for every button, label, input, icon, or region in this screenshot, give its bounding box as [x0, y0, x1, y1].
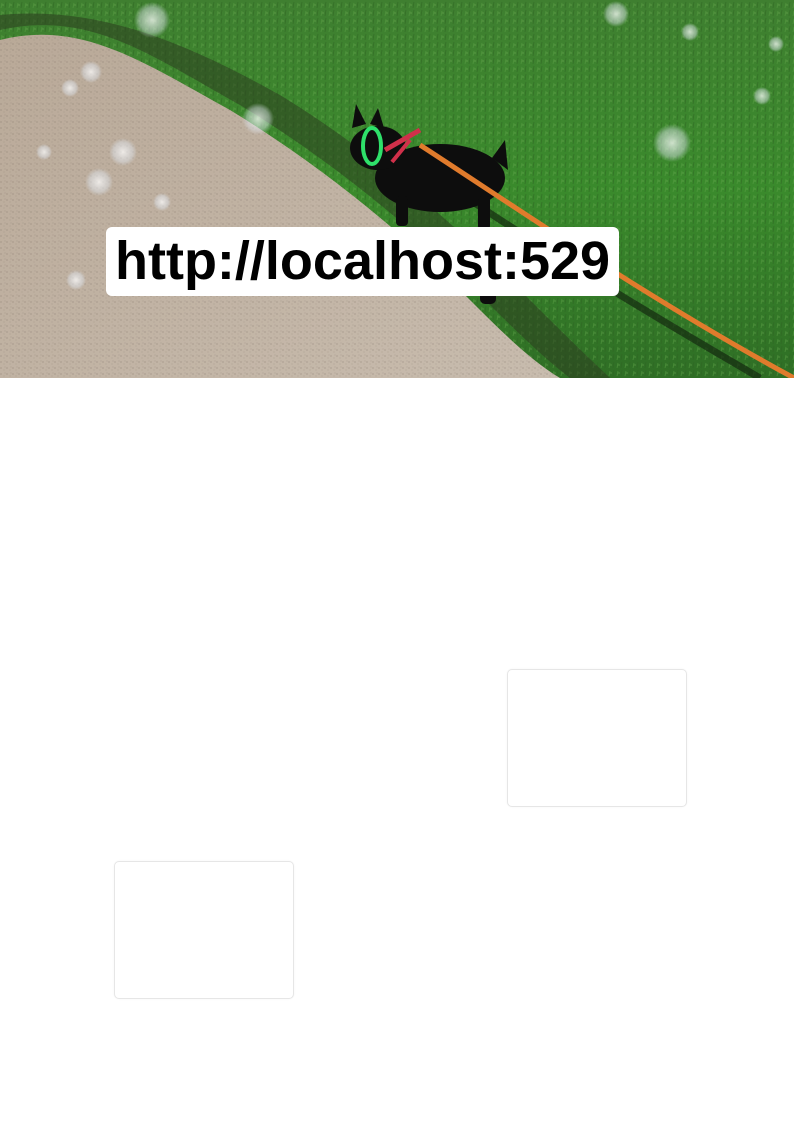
blank-card: [507, 669, 687, 807]
dog-walk-photo: [0, 0, 794, 378]
hero-photo: [0, 0, 794, 378]
url-label: http://localhost:529: [106, 227, 620, 296]
blank-card: [114, 861, 294, 999]
page: http://localhost:529: [0, 0, 794, 1122]
